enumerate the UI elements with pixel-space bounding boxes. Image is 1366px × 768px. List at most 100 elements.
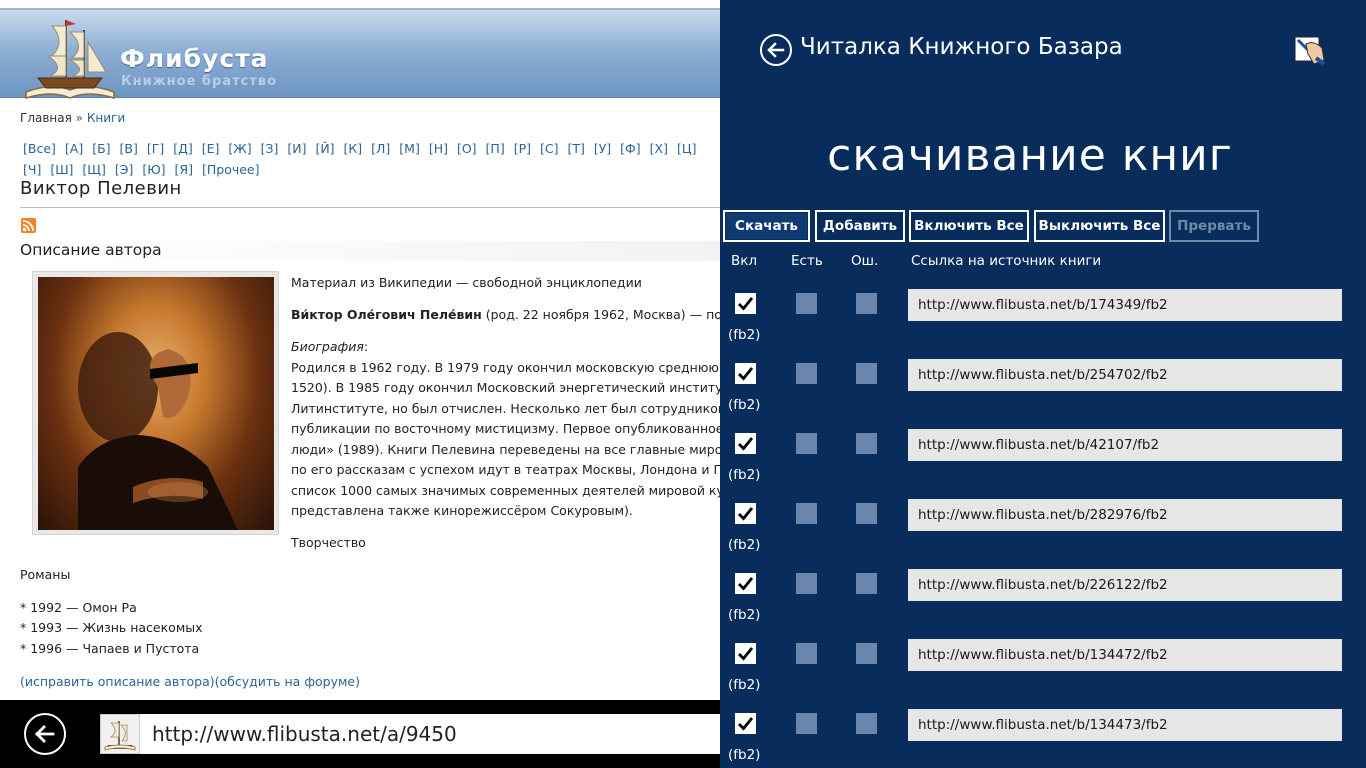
alphabet-link[interactable]: [В]: [120, 141, 138, 156]
source-url[interactable]: http://www.flibusta.net/b/174349/fb2: [908, 289, 1342, 321]
bio-line: 1520). В 1985 году окончил Московский эн…: [291, 380, 720, 395]
alphabet-link[interactable]: [И]: [287, 141, 306, 156]
alphabet-index: [Все] [А] [Б] [В] [Г] [Д] [Е] [Ж] [З] [И…: [23, 138, 720, 180]
enabled-checkbox[interactable]: [735, 503, 756, 524]
alphabet-link[interactable]: [Г]: [147, 141, 164, 156]
download-row: http://www.flibusta.net/b/226122/fb2 (fb2…: [720, 569, 1366, 639]
alphabet-link[interactable]: [Все]: [23, 141, 56, 156]
alphabet-link[interactable]: [С]: [540, 141, 558, 156]
abort-button[interactable]: Прервать: [1169, 210, 1259, 242]
panel-back-button[interactable]: [760, 34, 792, 66]
enabled-checkbox[interactable]: [735, 643, 756, 664]
bio-line: Родился в 1962 году. В 1979 году окончил…: [291, 360, 720, 375]
alphabet-link[interactable]: [Ц]: [677, 141, 696, 156]
alphabet-link[interactable]: [Д]: [173, 141, 193, 156]
site-title[interactable]: Флибуста: [120, 44, 269, 73]
novel-item: * 1996 — Чапаев и Пустота: [20, 641, 200, 656]
browser-page: Флибуста Книжное братство Главная » Книг…: [0, 0, 720, 700]
divider: [20, 207, 720, 208]
alphabet-link[interactable]: [Ю]: [142, 162, 165, 177]
enable-all-button[interactable]: Включить Все: [909, 210, 1029, 242]
download-row: http://www.flibusta.net/b/134472/fb2 (fb2…: [720, 639, 1366, 709]
checkmark-icon: [738, 507, 754, 521]
error-indicator: [856, 433, 877, 454]
format-label: (fb2): [728, 327, 761, 343]
alphabet-link[interactable]: [Р]: [514, 141, 531, 156]
download-row: http://www.flibusta.net/b/134473/fb2 (fb2…: [720, 709, 1366, 768]
breadcrumb-separator: »: [75, 111, 84, 125]
novels-heading: Романы: [20, 567, 71, 582]
alphabet-link[interactable]: [Х]: [650, 141, 668, 156]
checkmark-icon: [738, 717, 754, 731]
breadcrumb-home[interactable]: Главная: [20, 111, 72, 125]
source-url[interactable]: http://www.flibusta.net/b/226122/fb2: [908, 569, 1342, 601]
download-row: http://www.flibusta.net/b/254702/fb2 (fb2…: [720, 359, 1366, 429]
enabled-checkbox[interactable]: [735, 433, 756, 454]
back-button[interactable]: [24, 713, 66, 755]
back-arrow-icon: [767, 42, 785, 58]
bio-name-rest: (род. 22 ноября 1962, Москва) — популярн…: [485, 307, 720, 322]
enabled-checkbox[interactable]: [735, 363, 756, 384]
alphabet-link[interactable]: [Э]: [115, 162, 133, 177]
add-button[interactable]: Добавить: [815, 210, 905, 242]
creativity-heading: Творчество: [291, 535, 366, 550]
alphabet-link[interactable]: [Я]: [175, 162, 193, 177]
alphabet-link[interactable]: [О]: [457, 141, 477, 156]
bio-line: по его рассказам с успехом идут в театра…: [291, 462, 720, 477]
app-title: Читалка Книжного Базара: [800, 34, 1123, 60]
breadcrumb-books[interactable]: Книги: [87, 111, 125, 125]
exists-indicator: [796, 503, 817, 524]
download-button[interactable]: Скачать: [723, 210, 810, 242]
alphabet-link[interactable]: [Й]: [315, 141, 334, 156]
alphabet-link[interactable]: [Ж]: [228, 141, 251, 156]
source-url[interactable]: http://www.flibusta.net/b/282976/fb2: [908, 499, 1342, 531]
alphabet-link[interactable]: [П]: [486, 141, 505, 156]
alphabet-link[interactable]: [Б]: [92, 141, 110, 156]
rss-icon[interactable]: [21, 218, 36, 233]
alphabet-link[interactable]: [Т]: [567, 141, 584, 156]
source-url[interactable]: http://www.flibusta.net/b/134473/fb2: [908, 709, 1342, 741]
alphabet-link[interactable]: [Л]: [371, 141, 390, 156]
checkmark-icon: [738, 647, 754, 661]
column-error: Ош.: [851, 253, 879, 269]
format-label: (fb2): [728, 467, 761, 483]
enabled-checkbox[interactable]: [735, 713, 756, 734]
alphabet-link[interactable]: [Ш]: [50, 162, 73, 177]
alphabet-link[interactable]: [Ч]: [23, 162, 41, 177]
alphabet-link[interactable]: [Ф]: [620, 141, 641, 156]
format-label: (fb2): [728, 607, 761, 623]
enabled-checkbox[interactable]: [735, 573, 756, 594]
alphabet-link[interactable]: [К]: [344, 141, 363, 156]
bio-name: Ви́ктор Оле́гович Пеле́вин: [291, 307, 482, 322]
exists-indicator: [796, 643, 817, 664]
alphabet-link[interactable]: [Щ]: [82, 162, 105, 177]
bio-line: люди» (1989). Книги Пелевина переведены …: [291, 442, 720, 457]
bio-line: Литинституте, но был отчислен. Несколько…: [291, 401, 720, 416]
column-enabled: Вкл: [731, 253, 758, 269]
checkmark-icon: [738, 437, 754, 451]
source-url[interactable]: http://www.flibusta.net/b/42107/fb2: [908, 429, 1342, 461]
novel-item: * 1993 — Жизнь насекомых: [20, 620, 203, 635]
url-input[interactable]: http://www.flibusta.net/a/9450: [140, 714, 720, 754]
bio-heading-text: Биография: [291, 339, 364, 354]
alphabet-link[interactable]: [Е]: [202, 141, 220, 156]
back-arrow-icon: [35, 725, 55, 743]
alphabet-link[interactable]: [М]: [399, 141, 420, 156]
edit-description-links[interactable]: (исправить описание автора)(обсудить на …: [20, 674, 360, 689]
checkmark-icon: [738, 577, 754, 591]
disable-all-button[interactable]: Выключить Все: [1034, 210, 1165, 242]
error-indicator: [856, 573, 877, 594]
site-logo[interactable]: [22, 12, 118, 104]
alphabet-link[interactable]: [Н]: [429, 141, 448, 156]
page-top-strip: [0, 0, 720, 8]
source-url[interactable]: http://www.flibusta.net/b/134472/fb2: [908, 639, 1342, 671]
alphabet-link[interactable]: [З]: [261, 141, 279, 156]
enabled-checkbox[interactable]: [735, 293, 756, 314]
bio-line: представлена также кинорежиссёром Сокуро…: [291, 503, 633, 518]
alphabet-link[interactable]: [А]: [65, 141, 83, 156]
alphabet-link[interactable]: [У]: [594, 141, 611, 156]
format-label: (fb2): [728, 747, 761, 763]
error-indicator: [856, 503, 877, 524]
source-url[interactable]: http://www.flibusta.net/b/254702/fb2: [908, 359, 1342, 391]
alphabet-link[interactable]: [Прочее]: [202, 162, 260, 177]
